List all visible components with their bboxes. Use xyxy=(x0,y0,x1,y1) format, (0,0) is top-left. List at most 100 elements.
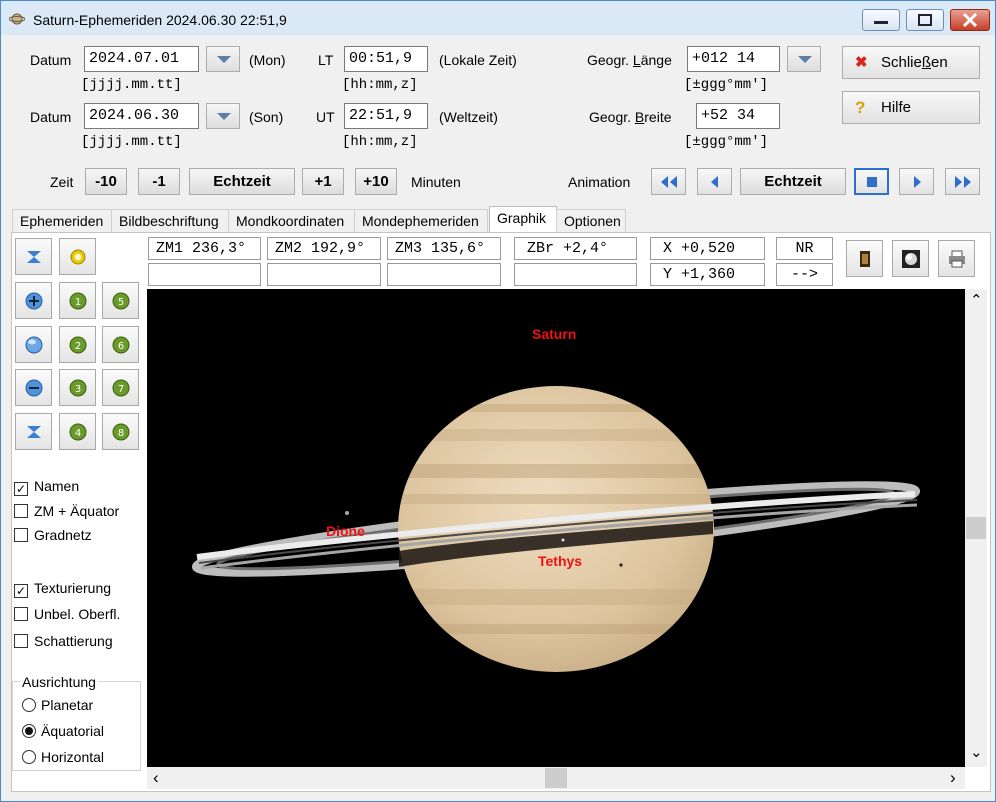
film-button[interactable] xyxy=(846,240,883,277)
print-button[interactable] xyxy=(938,240,975,277)
namen-checkbox[interactable]: ✓ Namen xyxy=(14,478,79,496)
zoom-min-button[interactable] xyxy=(15,413,52,450)
vertical-scrollbar[interactable]: ⌃ ⌄ xyxy=(965,289,987,767)
anim-fast-back-button[interactable] xyxy=(651,168,686,195)
preset-8-button[interactable]: 8 xyxy=(102,413,139,450)
realtime-button[interactable]: Echtzeit xyxy=(189,168,295,195)
zm-aequator-checkbox[interactable]: ZM + Äquator xyxy=(14,503,119,519)
lt-label: LT xyxy=(318,52,334,68)
planet-view[interactable]: Saturn Dione Tethys xyxy=(147,289,965,767)
radio-planetar[interactable]: Planetar xyxy=(22,697,93,713)
date2-format-hint: [jjjj.mm.tt] xyxy=(81,134,182,150)
preset-1-button[interactable]: 1 xyxy=(59,282,96,319)
anim-fast-forward-button[interactable] xyxy=(945,168,980,195)
empty-readout-2 xyxy=(267,263,381,286)
date2-dropdown-button[interactable] xyxy=(206,103,240,129)
scroll-down-icon[interactable]: ⌄ xyxy=(970,743,983,761)
gradnetz-checkbox[interactable]: Gradnetz xyxy=(14,527,92,543)
preset-4-label: 4 xyxy=(75,428,81,439)
preset-3-button[interactable]: 3 xyxy=(59,369,96,406)
play-icon xyxy=(913,176,921,188)
ausrichtung-title: Ausrichtung xyxy=(20,674,98,690)
close-button[interactable]: ✖ Schließen xyxy=(842,46,980,79)
center-button[interactable] xyxy=(59,238,96,275)
radio-horizontal[interactable]: Horizontal xyxy=(22,749,104,765)
plus1-button[interactable]: +1 xyxy=(302,168,344,195)
zoom-in-button[interactable] xyxy=(15,282,52,319)
y-readout: Y +1,360 xyxy=(650,263,765,286)
scroll-right-icon[interactable]: › xyxy=(950,768,956,788)
stop-icon xyxy=(866,177,877,187)
nr-readout: NR xyxy=(776,237,833,260)
animation-label: Animation xyxy=(568,174,631,190)
date1-dropdown-button[interactable] xyxy=(206,46,240,72)
tab-ephemeriden[interactable]: Ephemeriden xyxy=(12,209,112,233)
zm2-readout: ZM2 192,9° xyxy=(267,237,381,260)
ut-field[interactable]: 22:51,9 xyxy=(344,103,428,129)
help-button[interactable]: ? Hilfe xyxy=(842,91,980,124)
preset-2-button[interactable]: 2 xyxy=(59,326,96,363)
breite-format-hint: [±ggg°mm'] xyxy=(684,134,769,150)
minuten-label: Minuten xyxy=(411,174,461,190)
zoom-max-button[interactable] xyxy=(15,238,52,275)
texturierung-checkbox[interactable]: ✓ Texturierung xyxy=(14,580,111,598)
tab-mondephemeriden[interactable]: Mondephemeriden xyxy=(354,209,488,233)
scroll-left-icon[interactable]: ‹ xyxy=(153,768,159,788)
tab-optionen[interactable]: Optionen xyxy=(556,209,626,233)
app-window: Saturn-Ephemeriden 2024.06.30 22:51,9 Da… xyxy=(0,0,996,802)
maximize-button[interactable] xyxy=(906,9,944,31)
dione-label: Dione xyxy=(326,523,365,539)
unbel-oberfl-checkbox[interactable]: Unbel. Oberfl. xyxy=(14,606,120,622)
minus10-button[interactable]: -10 xyxy=(85,168,127,195)
scroll-up-icon[interactable]: ⌃ xyxy=(970,291,983,309)
anim-realtime-button[interactable]: Echtzeit xyxy=(740,168,846,195)
zoom-in-icon xyxy=(25,292,43,310)
empty-readout-3 xyxy=(387,263,501,286)
vertical-scroll-thumb[interactable] xyxy=(966,517,986,539)
lt-description: (Lokale Zeit) xyxy=(439,52,517,68)
tethys-label: Tethys xyxy=(538,553,583,569)
preset-7-button[interactable]: 7 xyxy=(102,369,139,406)
schattierung-checkbox[interactable]: Schattierung xyxy=(14,633,113,649)
preset-3-label: 3 xyxy=(75,384,81,395)
minimize-button[interactable] xyxy=(862,9,900,31)
tab-graphik[interactable]: Graphik xyxy=(489,206,557,234)
zm-aequator-label: ZM + Äquator xyxy=(34,503,120,519)
date1-field[interactable]: 2024.07.01 xyxy=(84,46,199,72)
tab-bildbeschriftung[interactable]: Bildbeschriftung xyxy=(111,209,229,233)
laenge-field[interactable]: +012 14 xyxy=(687,46,780,72)
horizontal-scrollbar[interactable]: ‹ › xyxy=(147,767,965,789)
radio-aequatorial[interactable]: Äquatorial xyxy=(22,723,104,739)
tab-mondkoordinaten[interactable]: Mondkoordinaten xyxy=(228,209,355,233)
anim-back-button[interactable] xyxy=(697,168,732,195)
zoom-out-button[interactable] xyxy=(15,369,52,406)
horizontal-scroll-thumb[interactable] xyxy=(545,768,567,788)
step-back-icon xyxy=(710,176,718,188)
sphere-icon xyxy=(25,336,43,354)
anim-forward-button[interactable] xyxy=(899,168,934,195)
zoom-reset-button[interactable] xyxy=(15,326,52,363)
image-button[interactable] xyxy=(892,240,929,277)
checkbox-box xyxy=(14,504,28,518)
preset-4-button[interactable]: 4 xyxy=(59,413,96,450)
preset-5-button[interactable]: 5 xyxy=(102,282,139,319)
breite-field[interactable]: +52 34 xyxy=(696,103,780,129)
preset-1-label: 1 xyxy=(75,297,81,308)
target-ring-icon xyxy=(70,249,86,265)
close-window-button[interactable] xyxy=(950,9,990,31)
laenge-dropdown-button[interactable] xyxy=(787,46,821,72)
date2-field[interactable]: 2024.06.30 xyxy=(84,103,199,129)
empty-readout-1 xyxy=(148,263,261,286)
saturn-app-icon xyxy=(9,13,25,25)
zm3-readout: ZM3 135,6° xyxy=(387,237,501,260)
datum1-label: Datum xyxy=(30,52,72,68)
minus1-button[interactable]: -1 xyxy=(138,168,180,195)
gradnetz-label: Gradnetz xyxy=(34,527,92,543)
preset-badge-icon: 8 xyxy=(112,423,130,441)
plus10-button[interactable]: +10 xyxy=(355,168,397,195)
preset-6-button[interactable]: 6 xyxy=(102,326,139,363)
window-title: Saturn-Ephemeriden 2024.06.30 22:51,9 xyxy=(33,12,287,28)
anim-stop-button[interactable] xyxy=(854,168,889,195)
lt-field[interactable]: 00:51,9 xyxy=(344,46,428,72)
datum2-label: Datum xyxy=(30,109,72,125)
